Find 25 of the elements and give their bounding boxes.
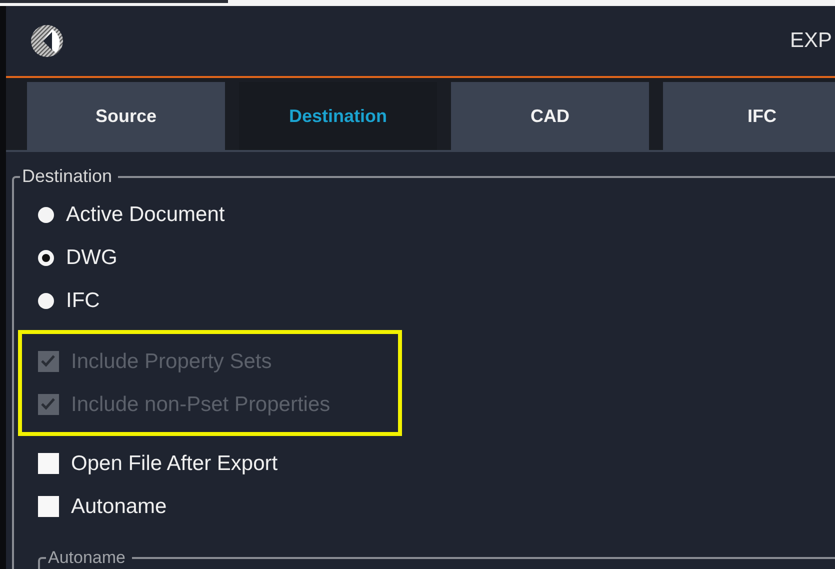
checkbox[interactable] <box>38 453 59 474</box>
radio-label: DWG <box>66 246 118 270</box>
checkbox-option[interactable]: Autoname <box>38 485 835 528</box>
radio-option[interactable]: DWG <box>38 236 835 279</box>
checkbox-label: Open File After Export <box>71 452 278 476</box>
radio-button[interactable] <box>38 250 54 266</box>
checkbox-label: Include non-Pset Properties <box>71 392 330 416</box>
radio-button[interactable] <box>38 292 54 308</box>
checkbox-label: Include Property Sets <box>71 350 272 374</box>
tab[interactable]: CAD <box>451 82 649 150</box>
radio-button[interactable] <box>38 206 54 222</box>
window-title: EXP <box>790 29 832 53</box>
tab[interactable]: Destination <box>239 82 437 150</box>
logo-icon <box>30 24 64 58</box>
tab[interactable]: Source <box>27 82 225 150</box>
radio-label: Active Document <box>66 202 225 226</box>
group-legend: Autoname <box>46 548 132 568</box>
checkbox-option[interactable]: Open File After Export <box>38 442 835 485</box>
radio-label: IFC <box>66 288 100 312</box>
radio-option[interactable]: Active Document <box>38 193 835 236</box>
checkbox[interactable] <box>38 496 59 517</box>
checkbox-label: Autoname <box>71 494 167 518</box>
group-legend: Destination <box>20 166 118 187</box>
radio-option[interactable]: IFC <box>38 279 835 322</box>
tab[interactable]: IFC <box>663 82 835 150</box>
